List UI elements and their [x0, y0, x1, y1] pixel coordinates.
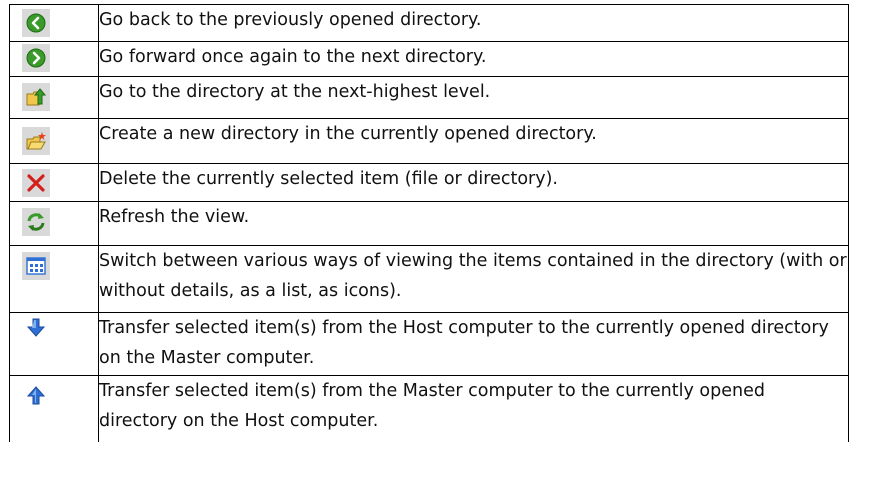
- view-mode-icon: [22, 252, 50, 280]
- icon-cell: [9, 76, 99, 119]
- delete-icon: [22, 169, 50, 197]
- legend-row: Go back to the previously opened directo…: [9, 4, 849, 42]
- description-cell: Go back to the previously opened directo…: [98, 4, 849, 42]
- folder-up-icon: [22, 83, 50, 111]
- description-cell: Create a new directory in the currently …: [98, 118, 849, 164]
- description-cell: Refresh the view.: [98, 201, 849, 246]
- new-folder-icon: [22, 127, 50, 155]
- transfer-up-icon: [22, 382, 50, 410]
- legend-row: Create a new directory in the currently …: [9, 118, 849, 164]
- back-arrow-icon: [22, 9, 50, 37]
- legend-row: Go forward once again to the next direct…: [9, 41, 849, 77]
- description-cell: Go forward once again to the next direct…: [98, 41, 849, 77]
- description-cell: Transfer selected item(s) from the Maste…: [98, 375, 849, 442]
- icon-cell: [9, 163, 99, 202]
- refresh-icon: [22, 208, 50, 236]
- legend-row: Delete the currently selected item (file…: [9, 163, 849, 202]
- icon-cell: [9, 201, 99, 246]
- transfer-down-icon: [22, 314, 50, 342]
- forward-arrow-icon: [22, 44, 50, 72]
- description-cell: Go to the directory at the next-highest …: [98, 76, 849, 119]
- legend-row: Refresh the view.: [9, 201, 849, 246]
- icon-cell: [9, 41, 99, 77]
- description-cell: Transfer selected item(s) from the Host …: [98, 312, 849, 376]
- icon-cell: [9, 312, 99, 376]
- description-cell: Switch between various ways of viewing t…: [98, 245, 849, 313]
- legend-row: Switch between various ways of viewing t…: [9, 245, 849, 313]
- icon-cell: [9, 118, 99, 164]
- icon-cell: [9, 245, 99, 313]
- icon-cell: [9, 4, 99, 42]
- toolbar-legend-table: Go back to the previously opened directo…: [9, 4, 849, 442]
- legend-row: Go to the directory at the next-highest …: [9, 76, 849, 119]
- icon-cell: [9, 375, 99, 442]
- legend-row: Transfer selected item(s) from the Host …: [9, 312, 849, 376]
- legend-row: Transfer selected item(s) from the Maste…: [9, 375, 849, 442]
- description-cell: Delete the currently selected item (file…: [98, 163, 849, 202]
